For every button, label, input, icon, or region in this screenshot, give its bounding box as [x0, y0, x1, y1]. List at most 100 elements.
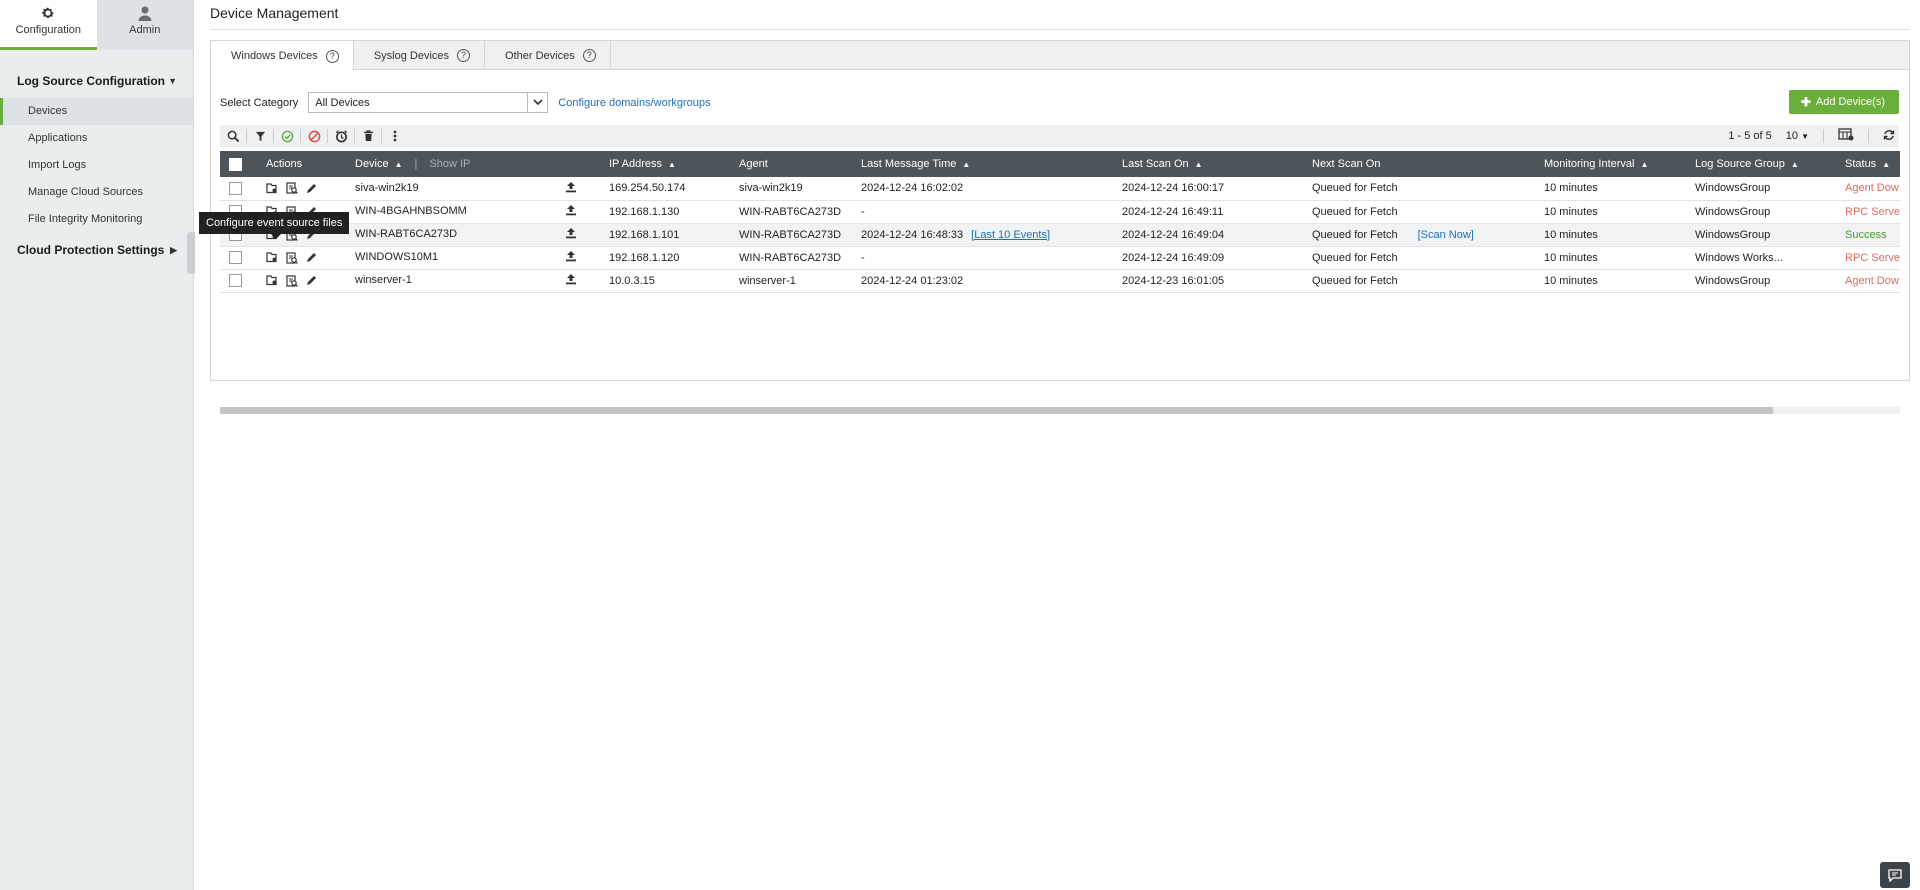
- upload-icon[interactable]: [565, 181, 577, 196]
- last-events-link[interactable]: [Last 10 Events]: [971, 229, 1050, 241]
- table-row[interactable]: winserver-1 10.0.3.15 winserver-1 2024-12-2…: [220, 269, 1900, 292]
- sort-asc-icon: ▲: [1790, 160, 1799, 169]
- chat-icon[interactable]: [1880, 862, 1910, 888]
- category-row: Select Category All Devices Configure do…: [220, 92, 711, 113]
- edit-icon[interactable]: [306, 183, 317, 194]
- page-size-select[interactable]: 10 ▼: [1786, 130, 1809, 142]
- more-options-icon[interactable]: [382, 125, 408, 147]
- last-message-cell: -: [853, 200, 1114, 223]
- show-ip-toggle[interactable]: Show IP: [429, 158, 470, 170]
- delete-icon[interactable]: [355, 125, 381, 147]
- next-scan-value: Queued for Fetch: [1312, 228, 1398, 241]
- col-last-scan-label: Last Scan On: [1122, 158, 1189, 170]
- add-devices-button[interactable]: ✚ Add Device(s): [1788, 90, 1899, 114]
- ip-cell: 192.168.1.101: [609, 228, 680, 241]
- device-name[interactable]: WIN-RABT6CA273D: [355, 228, 565, 240]
- disable-icon[interactable]: [301, 125, 327, 147]
- configure-event-source-icon[interactable]: [266, 252, 278, 263]
- sidebar-item-file-integrity-monitoring[interactable]: File Integrity Monitoring: [0, 206, 193, 233]
- edit-icon[interactable]: [306, 252, 317, 263]
- sidebar-item-applications[interactable]: Applications: [0, 125, 193, 152]
- last-scan-cell: 2024-12-23 16:01:05: [1122, 274, 1225, 287]
- col-interval-label: Monitoring Interval: [1544, 158, 1635, 170]
- refresh-icon[interactable]: [1883, 129, 1895, 144]
- view-logs-icon[interactable]: [286, 251, 298, 264]
- nav-section-cloud-protection[interactable]: Cloud Protection Settings ▶: [0, 237, 193, 263]
- device-name[interactable]: WINDOWS10M1: [355, 251, 565, 263]
- sidebar-top-tabs: Configuration Admin: [0, 0, 193, 50]
- device-name[interactable]: winserver-1: [355, 274, 565, 286]
- nav-section-log-source[interactable]: Log Source Configuration ▼: [0, 68, 193, 94]
- help-icon[interactable]: ?: [457, 49, 471, 62]
- next-scan-value: Queued for Fetch: [1312, 274, 1398, 287]
- configure-event-source-icon[interactable]: [266, 183, 278, 194]
- view-logs-icon[interactable]: [286, 182, 298, 195]
- next-scan-cell: Queued for Fetch: [1304, 177, 1536, 200]
- upload-icon[interactable]: [565, 227, 577, 242]
- upload-icon[interactable]: [565, 250, 577, 265]
- status-cell[interactable]: RPC Serve: [1837, 200, 1900, 223]
- tab-admin[interactable]: Admin: [96, 0, 193, 50]
- table-row[interactable]: siva-win2k19 169.254.50.174 siva-win2k19 20…: [220, 177, 1900, 200]
- tab-configuration[interactable]: Configuration: [0, 0, 97, 50]
- table-row[interactable]: WIN-4BGAHNBSOMM 192.168.1.130 WIN-RABT6CA2…: [220, 200, 1900, 223]
- schedule-alarm-icon[interactable]: [328, 125, 354, 147]
- upload-icon[interactable]: [565, 273, 577, 288]
- row-checkbox[interactable]: [229, 274, 242, 287]
- horizontal-scrollbar[interactable]: [220, 407, 1900, 414]
- col-agent[interactable]: Agent: [731, 151, 853, 177]
- col-monitoring-interval[interactable]: Monitoring Interval ▲: [1536, 151, 1687, 177]
- col-status[interactable]: Status ▲: [1837, 151, 1900, 177]
- tab-syslog-devices[interactable]: Syslog Devices ?: [354, 41, 486, 70]
- status-cell[interactable]: RPC Serve: [1837, 246, 1900, 269]
- device-cell: WINDOWS10M1: [347, 246, 601, 269]
- view-logs-icon[interactable]: [286, 274, 298, 287]
- column-chooser-icon[interactable]: [1838, 128, 1854, 144]
- col-next-scan-on[interactable]: Next Scan On: [1304, 151, 1536, 177]
- select-all-checkbox[interactable]: [229, 157, 242, 171]
- search-icon[interactable]: [220, 125, 246, 147]
- status-cell[interactable]: Success: [1837, 223, 1900, 246]
- filter-icon[interactable]: [247, 125, 273, 147]
- col-ip-address[interactable]: IP Address ▲: [601, 151, 731, 177]
- sidebar-item-label: Import Logs: [28, 159, 87, 171]
- category-select-value: All Devices: [315, 96, 370, 109]
- status-cell[interactable]: Agent Dow: [1837, 269, 1900, 292]
- col-status-label: Status: [1845, 158, 1877, 170]
- next-scan-cell: Queued for Fetch: [1304, 246, 1536, 269]
- scan-now-link[interactable]: [Scan Now]: [1418, 229, 1474, 241]
- device-name[interactable]: WIN-4BGAHNBSOMM: [355, 205, 565, 217]
- sort-asc-icon: ▲: [1194, 160, 1203, 169]
- last-scan-cell: 2024-12-24 16:49:11: [1122, 205, 1224, 218]
- category-select[interactable]: All Devices: [308, 92, 549, 113]
- configure-domains-link[interactable]: Configure domains/workgroups: [558, 97, 710, 109]
- help-icon[interactable]: ?: [325, 49, 339, 63]
- col-last-message-time[interactable]: Last Message Time ▲: [853, 151, 1114, 177]
- sidebar-item-manage-cloud-sources[interactable]: Manage Cloud Sources: [0, 179, 193, 206]
- agent-cell: WIN-RABT6CA273D: [739, 251, 842, 264]
- edit-icon[interactable]: [306, 275, 317, 286]
- col-device[interactable]: Device ▲ | Show IP: [347, 151, 601, 177]
- page-title: Device Management: [210, 5, 339, 21]
- col-device-label: Device: [355, 158, 389, 170]
- header-divider: |: [414, 158, 418, 170]
- configure-event-source-icon[interactable]: [266, 275, 278, 286]
- tab-other-devices[interactable]: Other Devices ?: [485, 41, 611, 70]
- help-icon[interactable]: ?: [582, 49, 596, 62]
- col-log-source-group[interactable]: Log Source Group ▲: [1687, 151, 1837, 177]
- status-cell[interactable]: Agent Dow: [1837, 177, 1900, 200]
- row-checkbox[interactable]: [229, 181, 242, 195]
- device-name[interactable]: siva-win2k19: [355, 182, 565, 194]
- table-row[interactable]: WIN-RABT6CA273D 192.168.1.101 WIN-RABT6CA2…: [220, 223, 1900, 246]
- chevron-down-icon[interactable]: [527, 93, 547, 112]
- scrollbar-thumb[interactable]: [220, 407, 1773, 414]
- sidebar-item-import-logs[interactable]: Import Logs: [0, 152, 193, 179]
- table-row[interactable]: WINDOWS10M1 192.168.1.120 WIN-RABT6CA273D -…: [220, 246, 1900, 269]
- col-group-label: Log Source Group: [1695, 158, 1785, 170]
- col-last-scan-on[interactable]: Last Scan On ▲: [1114, 151, 1304, 177]
- sidebar-item-devices[interactable]: Devices: [0, 98, 193, 125]
- enable-icon[interactable]: [274, 125, 300, 147]
- row-checkbox[interactable]: [229, 251, 242, 264]
- upload-icon[interactable]: [565, 204, 577, 219]
- tab-windows-devices[interactable]: Windows Devices ?: [211, 41, 354, 71]
